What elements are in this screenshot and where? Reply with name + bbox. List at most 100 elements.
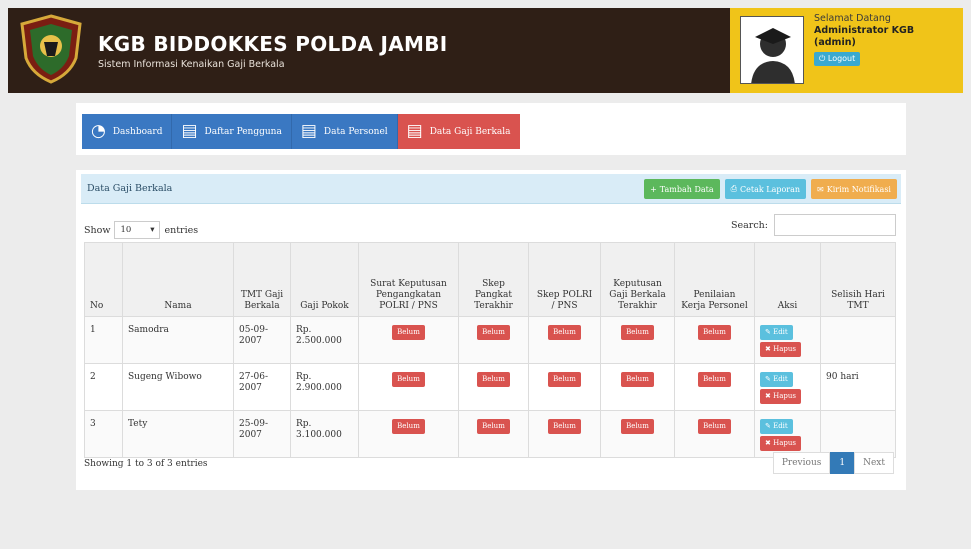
col-header[interactable]: Keputusan Gaji Berkala Terakhir (600, 242, 675, 317)
logout-button[interactable]: ⏻ Logout (814, 52, 861, 66)
cell-keputusan-gaji: Belum (600, 316, 675, 364)
cell-skep-pangkat: Belum (458, 410, 529, 458)
status-badge[interactable]: Belum (477, 419, 510, 434)
tab-label: Data Personel (323, 126, 388, 137)
pencil-icon: ✎ (765, 328, 774, 336)
cell-aksi: ✎ Edit ✖ Hapus (754, 363, 821, 411)
cell-surat-keputusan: Belum (358, 316, 459, 364)
cell-gaji: Rp. 3.100.000 (290, 410, 359, 458)
delete-button[interactable]: ✖ Hapus (760, 436, 801, 451)
col-header[interactable]: Nama (122, 242, 234, 317)
status-badge[interactable]: Belum (621, 372, 654, 387)
cell-skep-pangkat: Belum (458, 316, 529, 364)
tab-data-gaji-berkala[interactable]: ▤ Data Gaji Berkala (397, 114, 520, 149)
table-row: 1 Samodra 05-09-2007 Rp. 2.500.000 Belum… (84, 316, 896, 364)
edit-label: Edit (773, 375, 788, 383)
delete-button[interactable]: ✖ Hapus (760, 389, 801, 404)
col-header[interactable]: No (84, 242, 123, 317)
user-name: Administrator KGB (admin) (814, 25, 915, 48)
pagination: Previous 1 Next (772, 452, 894, 474)
tab-daftar-pengguna[interactable]: ▤ Daftar Pengguna (172, 114, 292, 149)
edit-label: Edit (773, 328, 788, 336)
col-header[interactable]: Gaji Pokok (290, 242, 359, 317)
status-badge[interactable]: Belum (698, 325, 731, 340)
cell-aksi: ✎ Edit ✖ Hapus (754, 410, 821, 458)
add-data-label: Tambah Data (659, 184, 714, 194)
tab-label: Daftar Pengguna (204, 126, 282, 137)
panel-heading: Data Gaji Berkala + Tambah Data ⎙ Cetak La… (81, 174, 901, 204)
table-info: Showing 1 to 3 of 3 entries (84, 459, 208, 469)
previous-page-button[interactable]: Previous (772, 452, 831, 474)
avatar (740, 16, 804, 84)
tab-data-personel[interactable]: ▤ Data Personel (291, 114, 398, 149)
status-badge[interactable]: Belum (392, 372, 425, 387)
status-badge[interactable]: Belum (548, 419, 581, 434)
edit-button[interactable]: ✎ Edit (760, 419, 793, 434)
cell-skep-polri: Belum (528, 316, 601, 364)
status-badge[interactable]: Belum (698, 372, 731, 387)
gaji-berkala-table: No Nama TMT Gaji Berkala Gaji Pokok Sura… (84, 242, 896, 458)
col-header[interactable]: Aksi (754, 242, 821, 317)
mail-icon: ✉ (817, 184, 824, 194)
user-panel: Selamat Datang Administrator KGB (admin)… (730, 8, 963, 93)
cell-skep-polri: Belum (528, 410, 601, 458)
app-subtitle: Sistem Informasi Kenaikan Gaji Berkala (98, 59, 285, 70)
print-report-button[interactable]: ⎙ Cetak Laporan (724, 179, 807, 199)
col-header[interactable]: Surat Keputusan Pengangkatan POLRI / PNS (358, 242, 459, 317)
status-badge[interactable]: Belum (392, 419, 425, 434)
col-header[interactable]: Skep POLRI / PNS (528, 242, 601, 317)
status-badge[interactable]: Belum (477, 372, 510, 387)
pencil-icon: ✎ (765, 422, 774, 430)
status-badge[interactable]: Belum (621, 325, 654, 340)
search-label: Search: (731, 219, 768, 231)
edit-button[interactable]: ✎ Edit (760, 325, 793, 340)
status-badge[interactable]: Belum (548, 372, 581, 387)
cell-keputusan-gaji: Belum (600, 410, 675, 458)
status-badge[interactable]: Belum (548, 325, 581, 340)
cell-penilaian-kerja: Belum (674, 316, 755, 364)
next-page-button[interactable]: Next (854, 452, 894, 474)
cell-no: 1 (84, 316, 123, 364)
status-badge[interactable]: Belum (621, 419, 654, 434)
cell-penilaian-kerja: Belum (674, 410, 755, 458)
user-avatar-icon (741, 17, 803, 83)
add-data-button[interactable]: + Tambah Data (644, 179, 720, 199)
search-input[interactable] (774, 214, 896, 236)
status-badge[interactable]: Belum (477, 325, 510, 340)
power-icon: ⏻ (819, 54, 828, 63)
status-badge[interactable]: Belum (698, 419, 731, 434)
pencil-icon: ✎ (765, 375, 774, 383)
cell-skep-polri: Belum (528, 363, 601, 411)
send-notification-label: Kirim Notifikasi (826, 184, 891, 194)
cell-nama: Sugeng Wibowo (122, 363, 234, 411)
app-header: KGB BIDDOKKES POLDA JAMBI Sistem Informa… (8, 8, 963, 93)
search-control: Search: (731, 214, 896, 236)
edit-label: Edit (773, 422, 788, 430)
entries-label: entries (164, 224, 199, 236)
table-header-row: No Nama TMT Gaji Berkala Gaji Pokok Sura… (84, 242, 896, 317)
dashboard-icon: ◔ (91, 121, 106, 141)
col-header[interactable]: TMT Gaji Berkala (233, 242, 291, 317)
page-1-button[interactable]: 1 (830, 452, 855, 474)
cell-skep-pangkat: Belum (458, 363, 529, 411)
list-icon: ▤ (181, 121, 198, 141)
cell-selisih (820, 316, 896, 364)
tab-dashboard[interactable]: ◔ Dashboard (82, 114, 173, 149)
status-badge[interactable]: Belum (392, 325, 425, 340)
app-title: KGB BIDDOKKES POLDA JAMBI (98, 32, 448, 56)
col-header[interactable]: Penilaian Kerja Personel (674, 242, 755, 317)
entries-value: 10 (120, 225, 132, 235)
cell-tmt: 27-06-2007 (233, 363, 291, 411)
cell-selisih (820, 410, 896, 458)
entries-select[interactable]: 10 ▾ (114, 221, 161, 239)
col-header[interactable]: Skep Pangkat Terakhir (458, 242, 529, 317)
edit-button[interactable]: ✎ Edit (760, 372, 793, 387)
send-notification-button[interactable]: ✉ Kirim Notifikasi (811, 179, 897, 199)
logout-label: Logout (827, 54, 856, 63)
cell-tmt: 05-09-2007 (233, 316, 291, 364)
cell-nama: Samodra (122, 316, 234, 364)
delete-button[interactable]: ✖ Hapus (760, 342, 801, 357)
nav-tabs: ◔ Dashboard ▤ Daftar Pengguna ▤ Data Per… (82, 114, 520, 149)
main-card: Data Gaji Berkala + Tambah Data ⎙ Cetak La… (76, 170, 906, 490)
col-header[interactable]: Selisih Hari TMT (820, 242, 896, 317)
